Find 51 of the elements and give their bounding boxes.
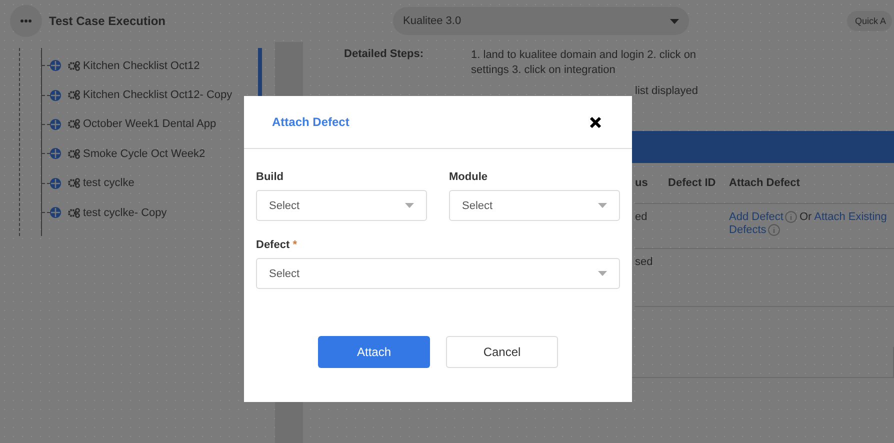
tree-item[interactable]: Kitchen Checklist Oct12 bbox=[83, 60, 200, 72]
attach-existing-link[interactable]: Defects bbox=[729, 224, 766, 236]
tree-item[interactable]: Smoke Cycle Oct Week2 bbox=[83, 148, 206, 160]
tree-item[interactable]: Kitchen Checklist Oct12- Copy bbox=[83, 89, 232, 102]
column-header: Attach Defect bbox=[729, 177, 800, 189]
caret-icon bbox=[670, 18, 679, 24]
select-field[interactable]: Select bbox=[256, 258, 620, 289]
cancel-button[interactable]: Cancel bbox=[446, 336, 558, 368]
tree-item[interactable]: test cyclke bbox=[83, 177, 134, 190]
expand-icon[interactable] bbox=[50, 207, 61, 218]
select-field[interactable]: Select bbox=[449, 190, 620, 221]
add-defect-link[interactable]: Add Defect bbox=[729, 211, 784, 223]
or-text: Or bbox=[799, 211, 812, 223]
tree-item[interactable]: October Week1 Dental App bbox=[83, 118, 216, 130]
caret-icon bbox=[598, 271, 607, 276]
field-label: Detailed Steps: bbox=[343, 48, 424, 62]
gears-icon bbox=[68, 60, 80, 71]
close-button[interactable] bbox=[589, 116, 602, 128]
gears-icon bbox=[68, 178, 80, 188]
gears-icon bbox=[68, 208, 80, 218]
field-value: 1. land to kualitee domain and login 2. click on settings 3. click on integration bbox=[471, 48, 698, 78]
table-cell: sed bbox=[635, 256, 653, 268]
column-header: us bbox=[635, 177, 649, 189]
expand-icon[interactable] bbox=[50, 60, 61, 72]
select-field[interactable]: Select bbox=[256, 190, 427, 221]
attach-existing-link[interactable]: Attach Existing bbox=[814, 211, 887, 223]
caret-icon bbox=[598, 203, 607, 208]
field-value: list displayed bbox=[635, 85, 699, 97]
tree-item[interactable]: test cyclke- Copy bbox=[83, 206, 167, 219]
expand-icon[interactable] bbox=[50, 118, 61, 130]
expand-icon[interactable] bbox=[50, 178, 61, 189]
expand-icon[interactable] bbox=[50, 148, 61, 160]
table-cell: ed bbox=[635, 211, 648, 223]
gears-icon bbox=[68, 148, 80, 159]
dialog-title: Attach Defect bbox=[272, 115, 350, 129]
expand-icon[interactable] bbox=[50, 90, 61, 101]
field-label: Defect * bbox=[256, 239, 297, 251]
menu-button[interactable] bbox=[10, 5, 42, 37]
field-label: Module bbox=[449, 171, 488, 183]
field-label: Build bbox=[256, 171, 284, 183]
info-icon[interactable] bbox=[768, 224, 780, 236]
column-header: Defect ID bbox=[668, 177, 717, 189]
gears-icon bbox=[68, 90, 80, 100]
gears-icon bbox=[68, 119, 80, 130]
info-icon[interactable] bbox=[785, 211, 798, 224]
page-title: Test Case Execution bbox=[49, 14, 166, 28]
project-dropdown[interactable]: Kualitee 3.0 bbox=[393, 7, 689, 35]
quick-action-button[interactable]: Quick A bbox=[846, 11, 892, 31]
caret-icon bbox=[405, 203, 414, 208]
more-icon bbox=[20, 19, 32, 23]
attach-button[interactable]: Attach bbox=[318, 336, 430, 368]
